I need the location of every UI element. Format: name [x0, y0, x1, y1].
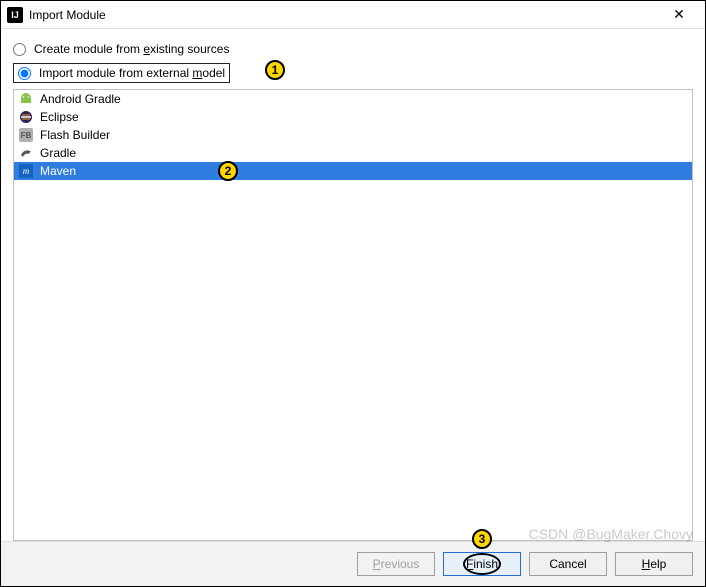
annotation-badge-2: 2: [218, 161, 238, 181]
list-item-maven[interactable]: m Maven: [14, 162, 692, 180]
svg-text:FB: FB: [21, 131, 32, 140]
list-item-label: Gradle: [40, 146, 76, 160]
svg-text:m: m: [23, 166, 30, 176]
external-model-list[interactable]: Android Gradle Eclipse FB Flash Builder …: [13, 89, 693, 541]
titlebar: IJ Import Module ✕: [1, 1, 705, 29]
radio-create-from-existing[interactable]: Create module from existing sources: [13, 39, 693, 59]
radio-create-label: Create module from existing sources: [34, 42, 229, 56]
dialog-content: Create module from existing sources Impo…: [1, 29, 705, 541]
list-item-label: Flash Builder: [40, 128, 110, 142]
list-item-eclipse[interactable]: Eclipse: [14, 108, 692, 126]
android-icon: [18, 91, 34, 107]
annotation-badge-1: 1: [265, 60, 285, 80]
help-button[interactable]: Help: [615, 552, 693, 576]
eclipse-icon: [18, 109, 34, 125]
list-item-label: Maven: [40, 164, 76, 178]
list-item-flash-builder[interactable]: FB Flash Builder: [14, 126, 692, 144]
close-button[interactable]: ✕: [659, 3, 699, 27]
list-item-label: Android Gradle: [40, 92, 121, 106]
radio-import-external[interactable]: Import module from external model: [13, 63, 230, 83]
finish-button[interactable]: Finish 3: [443, 552, 521, 576]
radio-import-label: Import module from external model: [39, 66, 225, 80]
cancel-button[interactable]: Cancel: [529, 552, 607, 576]
annotation-badge-3: 3: [472, 529, 492, 549]
list-item-gradle[interactable]: Gradle: [14, 144, 692, 162]
app-icon: IJ: [7, 7, 23, 23]
gradle-icon: [18, 145, 34, 161]
window-title: Import Module: [29, 8, 659, 22]
list-item-label: Eclipse: [40, 110, 79, 124]
previous-button: Previous: [357, 552, 435, 576]
list-item-android-gradle[interactable]: Android Gradle: [14, 90, 692, 108]
button-bar: Previous Finish 3 Cancel Help CSDN @BugM…: [1, 541, 705, 586]
radio-import-input[interactable]: [18, 67, 31, 80]
maven-icon: m: [18, 163, 34, 179]
radio-create-input[interactable]: [13, 43, 26, 56]
flashbuilder-icon: FB: [18, 127, 34, 143]
